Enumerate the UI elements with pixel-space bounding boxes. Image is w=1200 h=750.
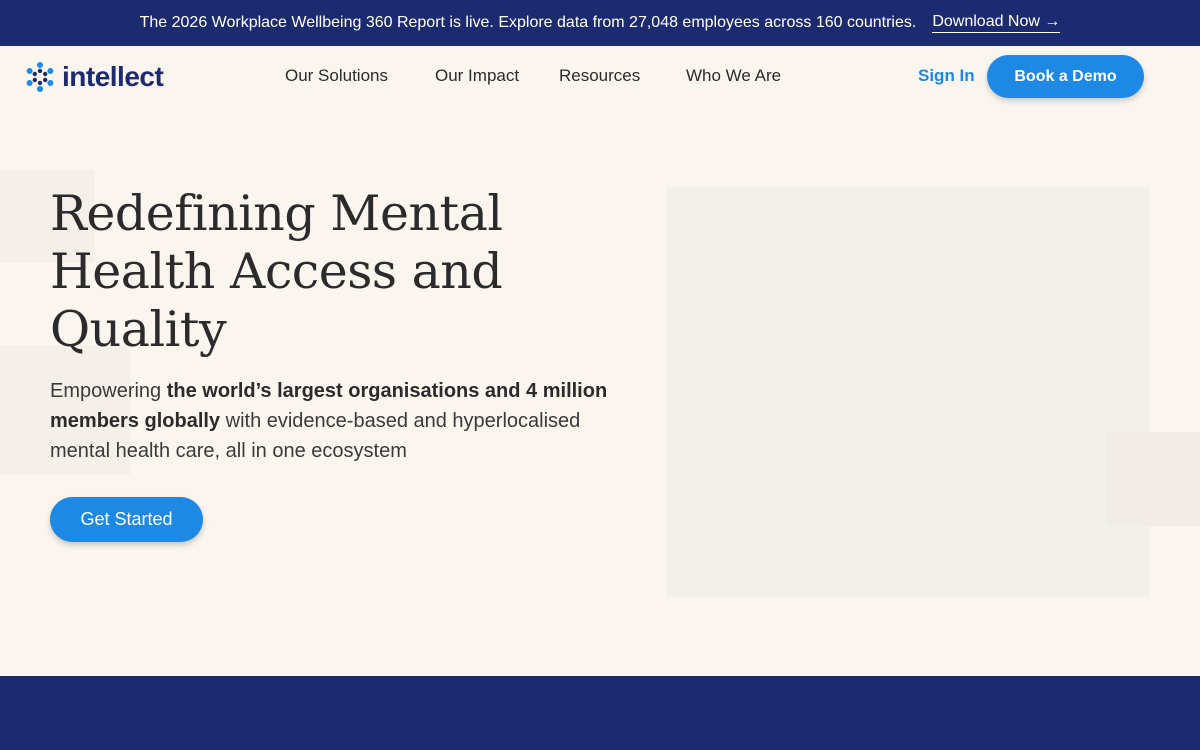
footer-band: [0, 676, 1200, 750]
nav-our-solutions[interactable]: Our Solutions: [285, 66, 388, 86]
get-started-button[interactable]: Get Started: [50, 497, 203, 542]
site-header: intellect Our Solutions Our Impact Resou…: [0, 46, 1200, 108]
book-demo-button[interactable]: Book a Demo: [987, 55, 1144, 98]
sign-in-link[interactable]: Sign In: [918, 66, 975, 86]
nav-who-we-are[interactable]: Who We Are: [686, 66, 781, 86]
announcement-bar: The 2026 Workplace Wellbeing 360 Report …: [0, 0, 1200, 46]
hero-subtitle-prefix: Empowering: [50, 380, 167, 402]
download-now-link[interactable]: Download Now →: [932, 13, 1061, 33]
hero-subtitle: Empowering the world’s largest organisat…: [50, 376, 640, 466]
hero-media-placeholder: [667, 187, 1150, 597]
hero-title: Redefining Mental Health Access and Qual…: [50, 185, 503, 358]
announcement-message: The 2026 Workplace Wellbeing 360 Report …: [139, 14, 917, 31]
page: The 2026 Workplace Wellbeing 360 Report …: [0, 0, 1200, 750]
nav-resources[interactable]: Resources: [559, 66, 640, 86]
decorative-block: [1106, 432, 1200, 526]
nav-our-impact[interactable]: Our Impact: [435, 66, 519, 86]
